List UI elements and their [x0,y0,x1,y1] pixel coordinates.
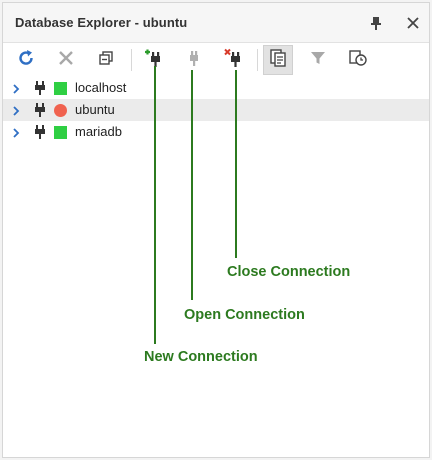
new-connection-annotation: New Connection [144,349,258,365]
status-connected-icon [54,126,67,139]
plug-icon [33,102,47,118]
chevron-right-icon[interactable] [11,104,21,116]
open-connection-button[interactable] [179,45,209,75]
plug-icon [33,124,47,140]
tree-node-label: mariadb [75,124,122,139]
tree-node-localhost[interactable]: localhost [3,77,429,99]
pin-icon[interactable] [369,15,383,31]
toolbar [3,43,429,77]
close-connection-button[interactable] [219,45,249,75]
tree-node-ubuntu[interactable]: ubuntu [3,99,429,121]
copy-icon [268,48,288,73]
copy-button[interactable] [263,45,293,75]
tree-node-label: ubuntu [75,102,115,117]
delete-button[interactable] [51,45,81,75]
collapse-all-icon [97,49,115,72]
plug-icon [33,80,47,96]
open-connection-icon [183,47,205,74]
collapse-all-button[interactable] [91,45,121,75]
tree-node-label: localhost [75,80,127,95]
database-explorer-panel: Database Explorer - ubuntu localhost ubu… [2,2,430,458]
delete-icon [56,48,76,73]
filter-button[interactable] [303,45,333,75]
panel-title-bar: Database Explorer - ubuntu [3,3,429,43]
toolbar-separator [257,49,258,71]
new-connection-icon [143,47,165,74]
close-connection-icon [223,47,245,74]
status-connected-icon [54,82,67,95]
tree-node-mariadb[interactable]: mariadb [3,121,429,143]
toolbar-separator [131,49,132,71]
filter-icon [309,49,327,72]
refresh-button[interactable] [11,45,41,75]
open-connection-annotation: Open Connection [184,307,305,323]
status-error-icon [54,104,67,117]
close-connection-annotation: Close Connection [227,264,351,280]
history-icon [348,48,368,73]
chevron-right-icon[interactable] [11,126,21,138]
new-connection-button[interactable] [139,45,169,75]
panel-title: Database Explorer - ubuntu [15,15,188,30]
close-icon[interactable] [404,14,422,32]
refresh-icon [16,48,36,73]
chevron-right-icon[interactable] [11,82,21,94]
history-button[interactable] [343,45,373,75]
